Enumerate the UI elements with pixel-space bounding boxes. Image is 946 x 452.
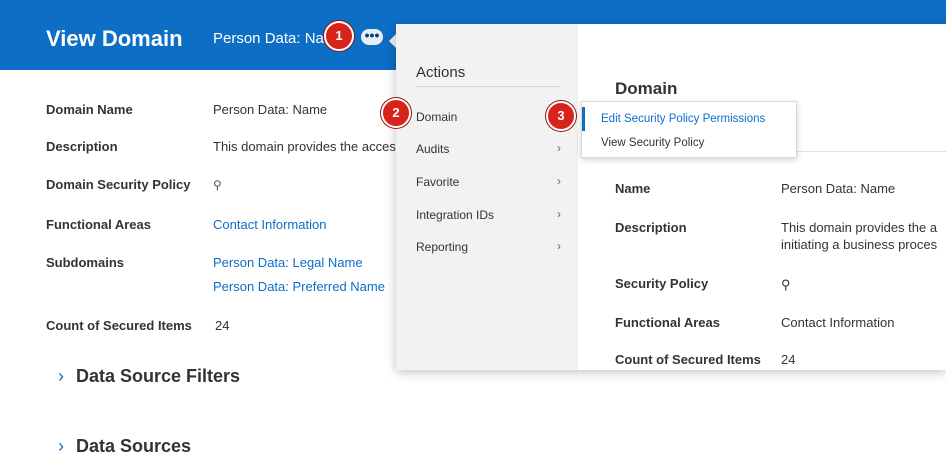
action-item-label: Integration IDs <box>416 208 495 222</box>
functional-area-link[interactable]: Contact Information <box>213 217 326 232</box>
count-label: Count of Secured Items <box>46 318 192 333</box>
chevron-right-icon: › <box>58 436 64 452</box>
functional-areas-label: Functional Areas <box>46 217 151 232</box>
action-item-domain[interactable]: Domain <box>416 110 561 124</box>
detail-description-value: initiating a business proces <box>781 237 938 252</box>
detail-count-label: Count of Secured Items <box>615 352 761 367</box>
action-item-label: Reporting <box>416 240 469 254</box>
domain-name-label: Domain Name <box>46 102 133 117</box>
actions-menu: Actions Domain Audits › Favorite › Integ… <box>396 24 578 370</box>
step-marker: 3 <box>546 101 576 131</box>
actions-title: Actions <box>416 64 466 81</box>
subdomains-label: Subdomains <box>46 255 125 270</box>
chevron-right-icon: › <box>557 174 561 188</box>
action-item-favorite[interactable]: Favorite › <box>416 174 561 189</box>
domain-name-value: Person Data: Name <box>213 102 328 117</box>
chevron-right-icon: › <box>557 239 561 253</box>
edit-security-policy-permissions-item[interactable]: Edit Security Policy Permissions <box>582 107 796 131</box>
action-item-reporting[interactable]: Reporting › <box>416 239 561 254</box>
related-actions-popover: Actions Domain Audits › Favorite › Integ… <box>396 24 946 370</box>
action-item-audits[interactable]: Audits › <box>416 141 561 156</box>
page-subtitle: Person Data: Name <box>213 30 330 47</box>
action-item-integration-ids[interactable]: Integration IDs › <box>416 207 561 222</box>
page-title: View Domain <box>46 26 183 51</box>
section-label: Data Source Filters <box>76 366 241 386</box>
chevron-right-icon: › <box>557 207 561 221</box>
search-icon[interactable]: ⚲ <box>781 277 946 293</box>
subdomain-link[interactable]: Person Data: Preferred Name <box>213 279 385 294</box>
action-item-label: Domain <box>416 110 458 124</box>
action-item-label: Audits <box>416 142 450 156</box>
count-value: 24 <box>215 318 230 333</box>
view-security-policy-item[interactable]: View Security Policy <box>582 131 796 155</box>
description-value: This domain provides the access <box>213 139 403 154</box>
section-data-source-filters[interactable]: › Data Source Filters <box>58 366 240 387</box>
section-label: Data Sources <box>76 436 192 452</box>
domain-submenu: Edit Security Policy Permissions View Se… <box>581 101 797 158</box>
chevron-right-icon: › <box>557 141 561 155</box>
subdomain-link[interactable]: Person Data: Legal Name <box>213 255 363 270</box>
step-marker: 2 <box>381 98 411 128</box>
description-label: Description <box>46 139 118 154</box>
action-item-label: Favorite <box>416 175 460 189</box>
chevron-right-icon: › <box>58 366 64 386</box>
detail-description-value: This domain provides the a <box>781 220 938 235</box>
related-actions-button[interactable]: ••• <box>361 28 383 45</box>
detail-name-label: Name <box>615 181 651 196</box>
section-data-sources[interactable]: › Data Sources <box>58 436 191 452</box>
divider <box>416 86 561 87</box>
functional-area-link[interactable]: Contact Information <box>781 315 946 330</box>
search-icon[interactable]: ⚲ <box>213 178 222 192</box>
detail-description-label: Description <box>615 220 687 235</box>
detail-functional-areas-label: Functional Areas <box>615 315 720 330</box>
detail-name-value: Person Data: Name <box>781 181 896 196</box>
step-marker: 1 <box>324 21 354 51</box>
detail-security-policy-label: Security Policy <box>615 276 709 291</box>
security-policy-label: Domain Security Policy <box>46 177 191 192</box>
detail-title: Domain <box>615 79 678 98</box>
detail-count-value: 24 <box>781 352 796 367</box>
